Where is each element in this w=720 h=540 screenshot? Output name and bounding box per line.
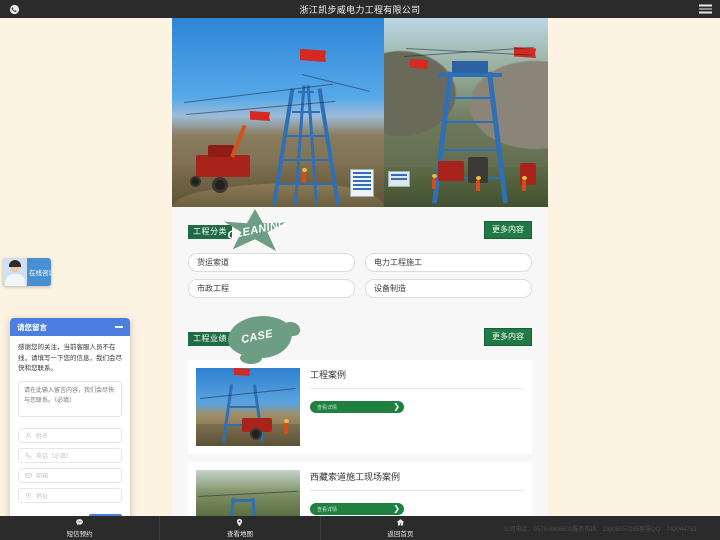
banner-photo-right: [384, 18, 548, 207]
message-content-textarea[interactable]: [18, 381, 122, 418]
user-icon: [24, 432, 32, 440]
message-widget-header: 请您留言: [10, 318, 130, 336]
case-card-0[interactable]: 工程案例 查看详情 ❯: [188, 360, 532, 454]
banner-photo-left: [172, 18, 384, 207]
phone-icon: [24, 452, 32, 460]
online-consult-widget[interactable]: 在线咨询: [3, 258, 51, 286]
email-field-placeholder: 邮箱: [36, 474, 49, 481]
app-root: 浙江凯步威电力工程有限公司 工程分类 CLEANING 更多内容 货运索道 电力…: [0, 0, 720, 540]
mail-icon: [24, 472, 32, 480]
case-title-1: 西藏索道施工现场案例: [310, 470, 524, 491]
phone-field[interactable]: 电话（必填）: [18, 448, 122, 464]
case-detail-button-1[interactable]: 查看详情 ❯: [310, 503, 404, 515]
nav-item-view-map[interactable]: 查看地图: [160, 516, 321, 540]
hamburger-menu-icon[interactable]: [699, 3, 712, 16]
minimize-icon[interactable]: [115, 326, 123, 328]
case-detail-button-0[interactable]: 查看详情 ❯: [310, 401, 404, 413]
phone-icon[interactable]: [8, 3, 20, 15]
nav-item-home[interactable]: 返回首页: [321, 516, 480, 540]
case-detail-label-1: 查看详情: [317, 506, 338, 513]
message-widget-fields: 姓名 电话（必填） 邮箱: [10, 381, 130, 514]
address-field[interactable]: 地址: [18, 488, 122, 504]
cases-section-header: 工程业绩 CASE 更多内容: [188, 314, 532, 364]
message-widget-title: 请您留言: [17, 322, 47, 332]
categories-section: 工程分类 CLEANING 更多内容 货运索道 电力工程施工 市政工程 设备制造: [172, 207, 548, 314]
category-item-1[interactable]: 电力工程施工: [365, 253, 532, 272]
bottom-nav: 短信预约 查看地图 返回首页: [0, 516, 480, 540]
page-content: 工程分类 CLEANING 更多内容 货运索道 电力工程施工 市政工程 设备制造…: [172, 18, 548, 522]
case-detail-label-0: 查看详情: [317, 404, 338, 411]
customer-service-avatar-icon: [3, 258, 27, 286]
message-widget: 请您留言 感谢您的关注，当前客服人员不在线，请填写一下您的信息，我们会尽快和您联…: [10, 318, 130, 540]
category-item-3[interactable]: 设备制造: [365, 279, 532, 298]
banner-images: [172, 18, 548, 207]
nav-item-sms-booking[interactable]: 短信预约: [0, 516, 161, 540]
email-field[interactable]: 邮箱: [18, 468, 122, 484]
address-field-placeholder: 地址: [36, 494, 49, 501]
map-pin-icon: [235, 518, 244, 527]
page-title: 浙江凯步威电力工程有限公司: [299, 4, 421, 15]
top-bar: 浙江凯步威电力工程有限公司: [0, 0, 720, 18]
nav-label-view-map: 查看地图: [226, 531, 253, 538]
name-field-placeholder: 姓名: [36, 434, 49, 441]
online-consult-label: 在线咨询: [29, 270, 51, 277]
category-item-2[interactable]: 市政工程: [188, 279, 355, 298]
chevron-right-icon: ❯: [393, 402, 400, 411]
name-field[interactable]: 姓名: [18, 428, 122, 444]
case-thumbnail-1: [196, 470, 300, 522]
category-grid: 货运索道 电力工程施工 市政工程 设备制造: [188, 253, 532, 314]
home-icon: [396, 518, 405, 527]
case-blob-decoration: CASE: [224, 314, 300, 364]
case-thumbnail-0: [196, 368, 300, 446]
categories-more-button[interactable]: 更多内容: [484, 221, 532, 239]
case-body-0: 工程案例 查看详情 ❯: [310, 368, 524, 446]
phone-field-placeholder: 电话（必填）: [36, 454, 73, 461]
nav-label-sms-booking: 短信预约: [66, 531, 93, 538]
message-widget-intro: 感谢您的关注，当前客服人员不在线，请填写一下您的信息，我们会尽快和您联系。: [18, 344, 122, 373]
footer-contact-info: 公司电话：0578-6805602服务热线：13905057285客服QQ：74…: [503, 526, 697, 533]
bottom-bar: 短信预约 查看地图 返回首页 公司电话：0578-6805602服务热线：139…: [0, 516, 720, 540]
categories-section-header: 工程分类 CLEANING 更多内容: [188, 207, 532, 253]
location-icon: [24, 492, 32, 500]
case-card-1[interactable]: 西藏索道施工现场案例 查看详情 ❯: [188, 462, 532, 522]
nav-label-home: 返回首页: [387, 531, 414, 538]
cases-section: 工程业绩 CASE 更多内容 工程案例 查看详情 ❯ 西藏索道施工现场案例 查看…: [172, 314, 548, 522]
case-title-0: 工程案例: [310, 368, 524, 389]
case-list: 工程案例 查看详情 ❯ 西藏索道施工现场案例 查看详情 ❯: [188, 360, 532, 522]
sms-icon: [75, 518, 84, 527]
chevron-right-icon: ❯: [393, 504, 400, 513]
category-item-0[interactable]: 货运索道: [188, 253, 355, 272]
cases-more-button[interactable]: 更多内容: [484, 328, 532, 346]
cleaning-star-decoration: CLEANING: [224, 207, 290, 253]
case-body-1: 西藏索道施工现场案例 查看详情 ❯: [310, 470, 524, 522]
